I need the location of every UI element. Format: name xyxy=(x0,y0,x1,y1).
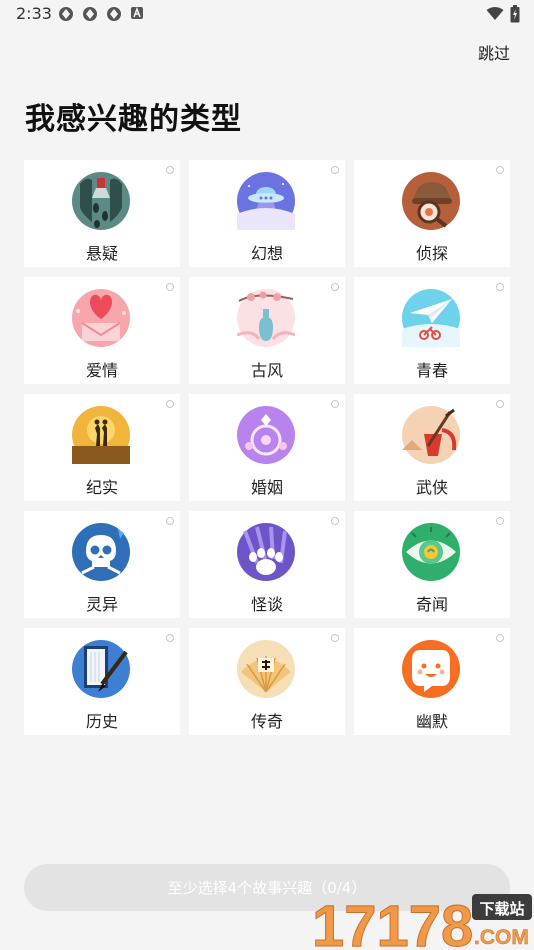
genre-card-marriage[interactable]: 婚姻 xyxy=(189,394,345,501)
genre-card-martial-arts[interactable]: 武侠 xyxy=(354,394,510,501)
marriage-icon xyxy=(237,406,295,464)
system-icons xyxy=(486,5,520,23)
a-letter-icon xyxy=(131,6,143,19)
martial-arts-icon xyxy=(402,406,460,464)
ancient-style-icon xyxy=(237,289,295,347)
genre-label: 怪谈 xyxy=(250,595,283,614)
genre-card-supernatural[interactable]: 灵异 xyxy=(24,511,180,618)
watermark-logo: 17178 下载站 .COM xyxy=(312,894,532,950)
fantasy-icon xyxy=(237,172,295,230)
wifi-icon xyxy=(486,7,504,20)
humor-icon xyxy=(402,640,460,698)
select-radio[interactable] xyxy=(331,517,339,525)
genre-label: 奇闻 xyxy=(415,595,448,614)
select-radio[interactable] xyxy=(166,517,174,525)
youth-icon xyxy=(402,289,460,347)
supernatural-icon xyxy=(72,523,130,581)
app-notification-icon xyxy=(107,7,121,21)
legend-icon xyxy=(237,640,295,698)
suspense-icon xyxy=(72,172,130,230)
page-title: 我感兴趣的类型 xyxy=(25,102,242,137)
detective-icon xyxy=(402,172,460,230)
genre-label: 纪实 xyxy=(85,478,118,497)
watermark-tag: 下载站 xyxy=(479,900,524,918)
status-bar: 2:33 xyxy=(0,0,534,28)
genre-grid: 悬疑 幻想 侦探 爱情 古风 青春 纪实 婚姻 武侠 灵异 怪谈 奇闻 历史 传… xyxy=(24,160,510,735)
genre-card-suspense[interactable]: 悬疑 xyxy=(24,160,180,267)
watermark-number: 17178 xyxy=(312,894,473,950)
select-radio[interactable] xyxy=(496,283,504,291)
genre-card-weird-tales[interactable]: 怪谈 xyxy=(189,511,345,618)
select-radio[interactable] xyxy=(331,166,339,174)
genre-card-documentary[interactable]: 纪实 xyxy=(24,394,180,501)
genre-card-detective[interactable]: 侦探 xyxy=(354,160,510,267)
select-radio[interactable] xyxy=(166,400,174,408)
app-notification-icon xyxy=(83,7,97,21)
strange-news-icon xyxy=(402,523,460,581)
genre-label: 传奇 xyxy=(250,712,283,731)
genre-label: 古风 xyxy=(250,361,283,380)
documentary-icon xyxy=(72,406,130,464)
genre-label: 悬疑 xyxy=(85,244,118,263)
genre-label: 武侠 xyxy=(415,478,448,497)
watermark-domain: .COM xyxy=(474,926,529,949)
genre-card-romance[interactable]: 爱情 xyxy=(24,277,180,384)
notification-icons xyxy=(58,6,144,22)
select-radio[interactable] xyxy=(166,283,174,291)
select-radio[interactable] xyxy=(496,517,504,525)
select-radio[interactable] xyxy=(496,400,504,408)
genre-label: 侦探 xyxy=(415,244,448,263)
genre-card-history[interactable]: 历史 xyxy=(24,628,180,735)
genre-label: 灵异 xyxy=(85,595,118,614)
genre-label: 青春 xyxy=(415,361,448,380)
genre-card-fantasy[interactable]: 幻想 xyxy=(189,160,345,267)
genre-card-strange-news[interactable]: 奇闻 xyxy=(354,511,510,618)
genre-label: 爱情 xyxy=(85,361,118,380)
history-icon xyxy=(72,640,130,698)
genre-label: 历史 xyxy=(85,712,118,731)
select-radio[interactable] xyxy=(331,400,339,408)
select-radio[interactable] xyxy=(166,166,174,174)
status-time: 2:33 xyxy=(16,4,52,23)
select-radio[interactable] xyxy=(331,634,339,642)
select-radio[interactable] xyxy=(331,283,339,291)
skip-button[interactable]: 跳过 xyxy=(478,40,510,64)
genre-label: 婚姻 xyxy=(250,478,283,497)
genre-card-ancient-style[interactable]: 古风 xyxy=(189,277,345,384)
genre-label: 幽默 xyxy=(415,712,448,731)
genre-label: 幻想 xyxy=(250,244,283,263)
select-radio[interactable] xyxy=(496,166,504,174)
weird-tales-icon xyxy=(237,523,295,581)
select-radio[interactable] xyxy=(496,634,504,642)
genre-card-youth[interactable]: 青春 xyxy=(354,277,510,384)
romance-icon xyxy=(72,289,130,347)
select-radio[interactable] xyxy=(166,634,174,642)
genre-card-humor[interactable]: 幽默 xyxy=(354,628,510,735)
app-notification-icon xyxy=(59,7,73,21)
genre-card-legend[interactable]: 传奇 xyxy=(189,628,345,735)
battery-icon xyxy=(510,5,520,23)
